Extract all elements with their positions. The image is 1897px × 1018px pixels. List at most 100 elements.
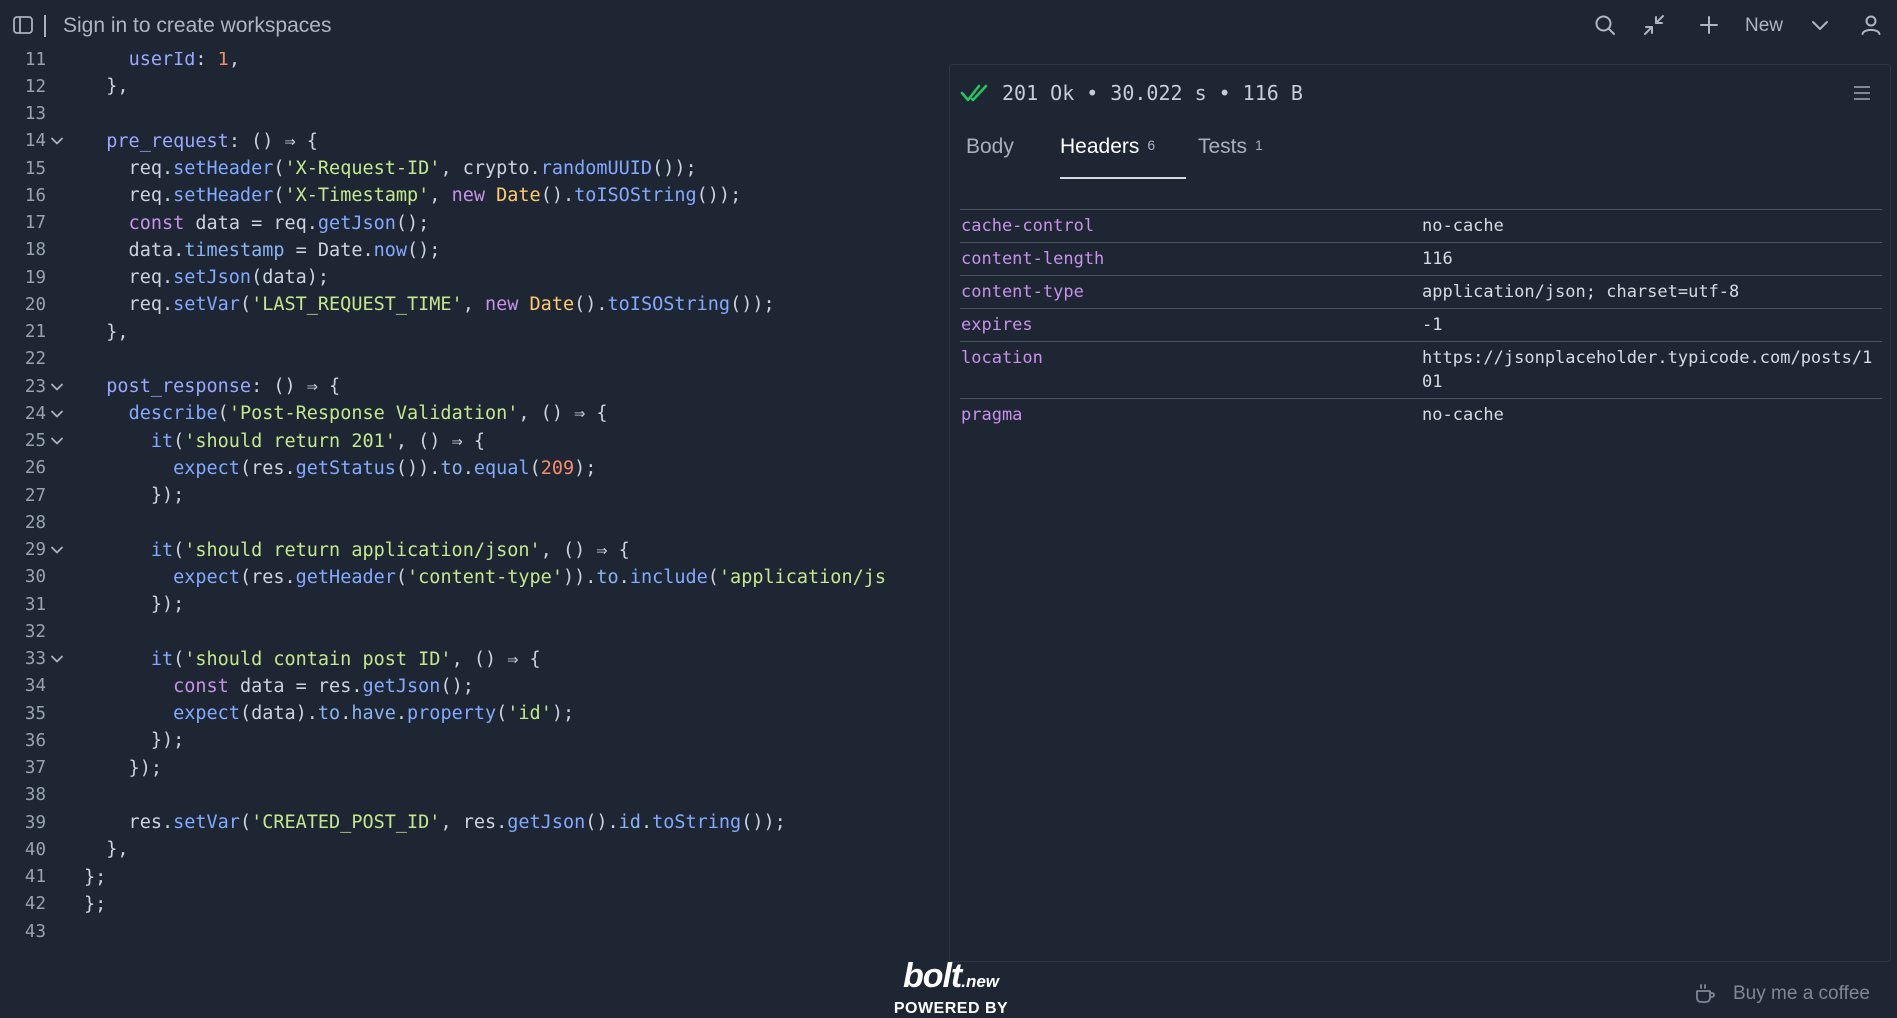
sign-in-workspaces-text[interactable]: Sign in to create workspaces bbox=[63, 14, 331, 38]
buy-me-a-coffee-link[interactable]: Buy me a coffee bbox=[1693, 982, 1870, 1006]
code-token: }, bbox=[84, 321, 129, 343]
code-token: const bbox=[128, 212, 185, 234]
code-line[interactable]: 26 expect(res.getStatus()).to.equal(209)… bbox=[0, 455, 945, 482]
code-line[interactable]: 21 }, bbox=[0, 319, 945, 346]
fold-chevron-icon[interactable] bbox=[46, 543, 68, 557]
code-token: , bbox=[228, 52, 240, 70]
code-token: . bbox=[395, 703, 408, 724]
code-line[interactable]: 39 res.setVar('CREATED_POST_ID', res.get… bbox=[0, 809, 945, 836]
code-line[interactable]: 19 req.setJson(data); bbox=[0, 264, 945, 291]
menu-icon[interactable] bbox=[1852, 83, 1872, 103]
code-token: req. bbox=[84, 294, 174, 316]
line-number: 19 bbox=[24, 267, 46, 288]
code-line[interactable]: 29 it('should return application/json', … bbox=[0, 537, 945, 564]
code-token: data = req. bbox=[184, 212, 318, 234]
code-line[interactable]: 22 bbox=[0, 346, 945, 373]
code-line[interactable]: 17 const data = req.getJson(); bbox=[0, 210, 945, 237]
code-line[interactable]: 40 }, bbox=[0, 836, 945, 863]
code-line[interactable]: 33 it('should contain post ID', () ⇒ { bbox=[0, 646, 945, 673]
code-line[interactable]: 35 expect(data).to.have.property('id'); bbox=[0, 700, 945, 727]
user-icon[interactable] bbox=[1859, 13, 1883, 37]
fold-chevron-icon[interactable] bbox=[46, 134, 68, 148]
code-text: }); bbox=[68, 594, 184, 615]
new-button[interactable]: New bbox=[1745, 15, 1783, 37]
code-line[interactable]: 31 }); bbox=[0, 591, 945, 618]
tab-tests[interactable]: Tests 1 bbox=[1198, 135, 1263, 179]
code-line[interactable]: 30 expect(res.getHeader('content-type'))… bbox=[0, 564, 945, 591]
code-token: getJson bbox=[362, 675, 441, 697]
code-line[interactable]: 20 req.setVar('LAST_REQUEST_TIME', new D… bbox=[0, 291, 945, 318]
code-token: post_response bbox=[106, 376, 252, 397]
code-line[interactable]: 34 const data = res.getJson(); bbox=[0, 673, 945, 700]
code-token: ()); bbox=[652, 158, 697, 179]
line-number: 25 bbox=[24, 431, 46, 451]
code-text: req.setVar('LAST_REQUEST_TIME', new Date… bbox=[68, 294, 775, 315]
plus-icon[interactable] bbox=[1697, 13, 1721, 37]
code-line[interactable]: 18 data.timestamp = Date.now(); bbox=[0, 237, 945, 264]
fold-chevron-icon[interactable] bbox=[46, 652, 68, 666]
code-line[interactable]: 36 }); bbox=[0, 727, 945, 754]
code-token: setJson bbox=[173, 267, 252, 288]
code-line[interactable]: 37 }); bbox=[0, 755, 945, 782]
code-line[interactable]: 11 userId: 1, bbox=[0, 52, 945, 73]
code-token: (). bbox=[585, 812, 619, 833]
code-line[interactable]: 27 }); bbox=[0, 482, 945, 509]
tab-headers[interactable]: Headers 6 bbox=[1060, 135, 1186, 179]
code-token: req. bbox=[84, 185, 174, 207]
code-token: Date bbox=[496, 185, 541, 207]
code-token: : bbox=[195, 52, 218, 70]
code-text: }, bbox=[68, 76, 128, 97]
bolt-new-logo[interactable]: bolt.new POWERED BY bbox=[893, 958, 1009, 1018]
fold-chevron-icon[interactable] bbox=[46, 380, 68, 394]
code-line[interactable]: 23 post_response: () ⇒ { bbox=[0, 373, 945, 400]
code-token: }); bbox=[84, 485, 185, 506]
header-row: content-type application/json; charset=u… bbox=[960, 276, 1882, 309]
code-token: : () ⇒ { bbox=[228, 130, 318, 152]
code-text: describe('Post-Response Validation', () … bbox=[68, 403, 608, 424]
code-line[interactable]: 41}; bbox=[0, 864, 945, 891]
search-icon[interactable] bbox=[1593, 13, 1617, 37]
coffee-label: Buy me a coffee bbox=[1733, 983, 1870, 1004]
minimize-icon[interactable] bbox=[1642, 13, 1666, 37]
code-token: 'should return 201' bbox=[184, 430, 396, 452]
code-line[interactable]: 38 bbox=[0, 782, 945, 809]
code-token: new bbox=[451, 185, 485, 207]
code-token: describe bbox=[128, 403, 218, 425]
chevron-down-icon[interactable] bbox=[1808, 13, 1832, 37]
fold-chevron-icon[interactable] bbox=[46, 434, 68, 448]
code-line[interactable]: 42}; bbox=[0, 891, 945, 918]
sidebar-toggle-icon[interactable] bbox=[12, 14, 34, 36]
line-number: 20 bbox=[24, 294, 46, 315]
code-token: ( bbox=[529, 457, 541, 479]
code-text: }; bbox=[68, 894, 106, 915]
code-token: to bbox=[440, 457, 463, 479]
code-token: property bbox=[407, 703, 497, 724]
code-line[interactable]: 14 pre_request: () ⇒ { bbox=[0, 128, 945, 155]
code-token: , () ⇒ { bbox=[451, 648, 541, 670]
line-number: 22 bbox=[24, 349, 46, 370]
code-line[interactable]: 13 bbox=[0, 101, 945, 128]
code-token: ()); bbox=[741, 812, 786, 833]
code-line[interactable]: 12 }, bbox=[0, 73, 945, 100]
code-line[interactable]: 25 it('should return 201', () ⇒ { bbox=[0, 428, 945, 455]
line-number: 34 bbox=[24, 676, 46, 697]
code-token: . bbox=[462, 457, 474, 479]
code-token: ); bbox=[574, 457, 597, 479]
code-token: ()). bbox=[395, 457, 441, 479]
code-line[interactable]: 43 bbox=[0, 918, 945, 945]
code-editor[interactable]: 11 userId: 1, 12 }, 13 14 pre_request: () ⇒… bbox=[0, 52, 945, 962]
code-line[interactable]: 32 bbox=[0, 618, 945, 645]
fold-chevron-icon[interactable] bbox=[46, 407, 68, 421]
line-number: 39 bbox=[24, 812, 46, 833]
code-token: ); bbox=[551, 703, 575, 724]
code-line[interactable]: 24 describe('Post-Response Validation', … bbox=[0, 400, 945, 427]
code-line[interactable]: 16 req.setHeader('X-Timestamp', new Date… bbox=[0, 182, 945, 209]
line-number: 11 bbox=[24, 52, 46, 70]
tab-body[interactable]: Body bbox=[966, 135, 1024, 179]
code-line[interactable]: 28 bbox=[0, 509, 945, 536]
code-line[interactable]: 15 req.setHeader('X-Request-ID', crypto.… bbox=[0, 155, 945, 182]
code-text: }; bbox=[68, 867, 106, 888]
